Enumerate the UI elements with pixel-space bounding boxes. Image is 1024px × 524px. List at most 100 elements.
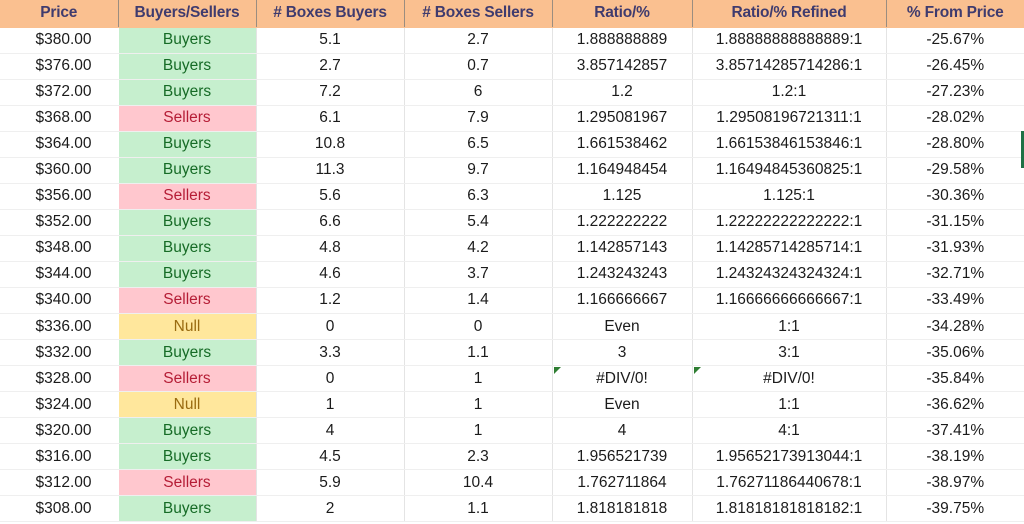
cell-ratio[interactable]: 1.762711864: [552, 469, 693, 497]
cell-boxes-buyers[interactable]: 10.8: [255, 131, 405, 158]
cell-price[interactable]: $340.00: [0, 287, 119, 315]
table-row[interactable]: $364.00 Buyers 10.8 6.5 1.661538462 1.6615384…: [0, 131, 1024, 158]
cell-ratio-refined[interactable]: 4:1: [692, 417, 887, 445]
cell-from-price[interactable]: -29.58%: [886, 157, 1024, 184]
cell-from-price[interactable]: -28.80%: [886, 131, 1024, 158]
cell-buyers-sellers[interactable]: Buyers: [117, 261, 257, 288]
cell-boxes-sellers[interactable]: 2.7: [403, 27, 553, 54]
cell-boxes-sellers[interactable]: 10.4: [403, 469, 553, 497]
column-header-boxes-buyers[interactable]: # Boxes Buyers: [256, 0, 405, 28]
cell-boxes-buyers[interactable]: 5.9: [255, 469, 405, 497]
cell-from-price[interactable]: -28.02%: [886, 105, 1024, 132]
cell-ratio-refined[interactable]: 1.16666666666667:1: [692, 287, 887, 315]
cell-boxes-sellers[interactable]: 6: [403, 79, 553, 106]
cell-ratio[interactable]: Even: [552, 391, 693, 419]
table-row[interactable]: $360.00 Buyers 11.3 9.7 1.164948454 1.1649484…: [0, 157, 1024, 184]
cell-boxes-sellers[interactable]: 6.5: [403, 131, 553, 158]
cell-boxes-buyers[interactable]: 1: [255, 391, 405, 419]
cell-from-price[interactable]: -26.45%: [886, 53, 1024, 80]
cell-boxes-sellers[interactable]: 9.7: [403, 157, 553, 184]
cell-ratio-refined[interactable]: 1.24324324324324:1: [692, 261, 887, 288]
cell-from-price[interactable]: -39.75%: [886, 495, 1024, 523]
cell-buyers-sellers[interactable]: Null: [117, 391, 257, 419]
cell-buyers-sellers[interactable]: Buyers: [117, 53, 257, 80]
cell-ratio[interactable]: 1.243243243: [552, 261, 693, 288]
table-row[interactable]: $308.00 Buyers 2 1.1 1.818181818 1.8181818181…: [0, 495, 1024, 523]
cell-price[interactable]: $320.00: [0, 417, 119, 445]
cell-ratio[interactable]: 1.2: [552, 79, 693, 106]
table-row[interactable]: $316.00 Buyers 4.5 2.3 1.956521739 1.95652173…: [0, 443, 1024, 471]
cell-buyers-sellers[interactable]: Buyers: [117, 443, 257, 471]
cell-ratio-refined[interactable]: 1.29508196721311:1: [692, 105, 887, 132]
cell-price[interactable]: $360.00: [0, 157, 119, 184]
cell-ratio[interactable]: 1.125: [552, 183, 693, 210]
cell-from-price[interactable]: -31.15%: [886, 209, 1024, 236]
cell-buyers-sellers[interactable]: Sellers: [117, 105, 257, 132]
cell-ratio[interactable]: Even: [552, 313, 693, 341]
cell-ratio[interactable]: 3.857142857: [552, 53, 693, 80]
cell-buyers-sellers[interactable]: Buyers: [117, 131, 257, 158]
cell-boxes-buyers[interactable]: 6.6: [255, 209, 405, 236]
cell-price[interactable]: $344.00: [0, 261, 119, 288]
cell-boxes-sellers[interactable]: 6.3: [403, 183, 553, 210]
cell-price[interactable]: $372.00: [0, 79, 119, 106]
cell-boxes-buyers[interactable]: 5.6: [255, 183, 405, 210]
cell-boxes-buyers[interactable]: 2.7: [255, 53, 405, 80]
cell-buyers-sellers[interactable]: Buyers: [117, 79, 257, 106]
cell-from-price[interactable]: -25.67%: [886, 27, 1024, 54]
cell-price[interactable]: $348.00: [0, 235, 119, 262]
cell-ratio[interactable]: 1.164948454: [552, 157, 693, 184]
cell-buyers-sellers[interactable]: Buyers: [117, 417, 257, 445]
cell-boxes-buyers[interactable]: 11.3: [255, 157, 405, 184]
cell-boxes-buyers[interactable]: 0: [255, 313, 405, 341]
cell-boxes-sellers[interactable]: 3.7: [403, 261, 553, 288]
cell-from-price[interactable]: -38.97%: [886, 469, 1024, 497]
column-header-buyers-sellers[interactable]: Buyers/Sellers: [118, 0, 257, 28]
cell-boxes-sellers[interactable]: 7.9: [403, 105, 553, 132]
cell-from-price[interactable]: -33.49%: [886, 287, 1024, 315]
cell-buyers-sellers[interactable]: Sellers: [117, 287, 257, 315]
column-header-boxes-sellers[interactable]: # Boxes Sellers: [404, 0, 553, 28]
cell-from-price[interactable]: -27.23%: [886, 79, 1024, 106]
cell-ratio-refined[interactable]: 3:1: [692, 339, 887, 367]
cell-boxes-buyers[interactable]: 6.1: [255, 105, 405, 132]
cell-boxes-buyers[interactable]: 0: [255, 365, 405, 393]
column-header-price[interactable]: Price: [0, 0, 119, 28]
cell-ratio-refined[interactable]: 1.95652173913044:1: [692, 443, 887, 471]
cell-from-price[interactable]: -32.71%: [886, 261, 1024, 288]
cell-ratio[interactable]: 1.142857143: [552, 235, 693, 262]
cell-ratio[interactable]: 1.818181818: [552, 495, 693, 523]
column-header-from-price[interactable]: % From Price: [886, 0, 1024, 28]
table-row[interactable]: $356.00 Sellers 5.6 6.3 1.125 1.125:1 -30.36%: [0, 183, 1024, 210]
cell-buyers-sellers[interactable]: Sellers: [117, 469, 257, 497]
cell-from-price[interactable]: -31.93%: [886, 235, 1024, 262]
cell-boxes-sellers[interactable]: 0.7: [403, 53, 553, 80]
cell-buyers-sellers[interactable]: Sellers: [117, 183, 257, 210]
cell-buyers-sellers[interactable]: Buyers: [117, 209, 257, 236]
cell-ratio-refined[interactable]: 1.125:1: [692, 183, 887, 210]
table-row[interactable]: $352.00 Buyers 6.6 5.4 1.222222222 1.22222222…: [0, 209, 1024, 236]
table-row[interactable]: $348.00 Buyers 4.8 4.2 1.142857143 1.14285714…: [0, 235, 1024, 262]
cell-boxes-sellers[interactable]: 1: [403, 417, 553, 445]
cell-boxes-buyers[interactable]: 2: [255, 495, 405, 523]
cell-ratio-refined[interactable]: 1.14285714285714:1: [692, 235, 887, 262]
cell-boxes-sellers[interactable]: 2.3: [403, 443, 553, 471]
column-header-ratio-refined[interactable]: Ratio/% Refined: [692, 0, 887, 28]
table-row[interactable]: $380.00 Buyers 5.1 2.7 1.888888889 1.88888888…: [0, 27, 1024, 54]
cell-ratio[interactable]: #DIV/0!: [552, 365, 693, 393]
cell-boxes-buyers[interactable]: 4.6: [255, 261, 405, 288]
cell-boxes-buyers[interactable]: 4: [255, 417, 405, 445]
cell-price[interactable]: $380.00: [0, 27, 119, 54]
table-row[interactable]: $340.00 Sellers 1.2 1.4 1.166666667 1.1666666…: [0, 287, 1024, 315]
table-row[interactable]: $324.00 Null 1 1 Even 1:1 -36.62%: [0, 391, 1024, 419]
cell-buyers-sellers[interactable]: Sellers: [117, 365, 257, 393]
cell-price[interactable]: $312.00: [0, 469, 119, 497]
cell-boxes-buyers[interactable]: 4.5: [255, 443, 405, 471]
cell-boxes-sellers[interactable]: 1.1: [403, 339, 553, 367]
table-row[interactable]: $332.00 Buyers 3.3 1.1 3 3:1 -35.06%: [0, 339, 1024, 367]
cell-buyers-sellers[interactable]: Buyers: [117, 339, 257, 367]
cell-buyers-sellers[interactable]: Buyers: [117, 495, 257, 523]
cell-ratio-refined[interactable]: 3.85714285714286:1: [692, 53, 887, 80]
cell-price[interactable]: $316.00: [0, 443, 119, 471]
cell-ratio-refined[interactable]: 1:1: [692, 391, 887, 419]
